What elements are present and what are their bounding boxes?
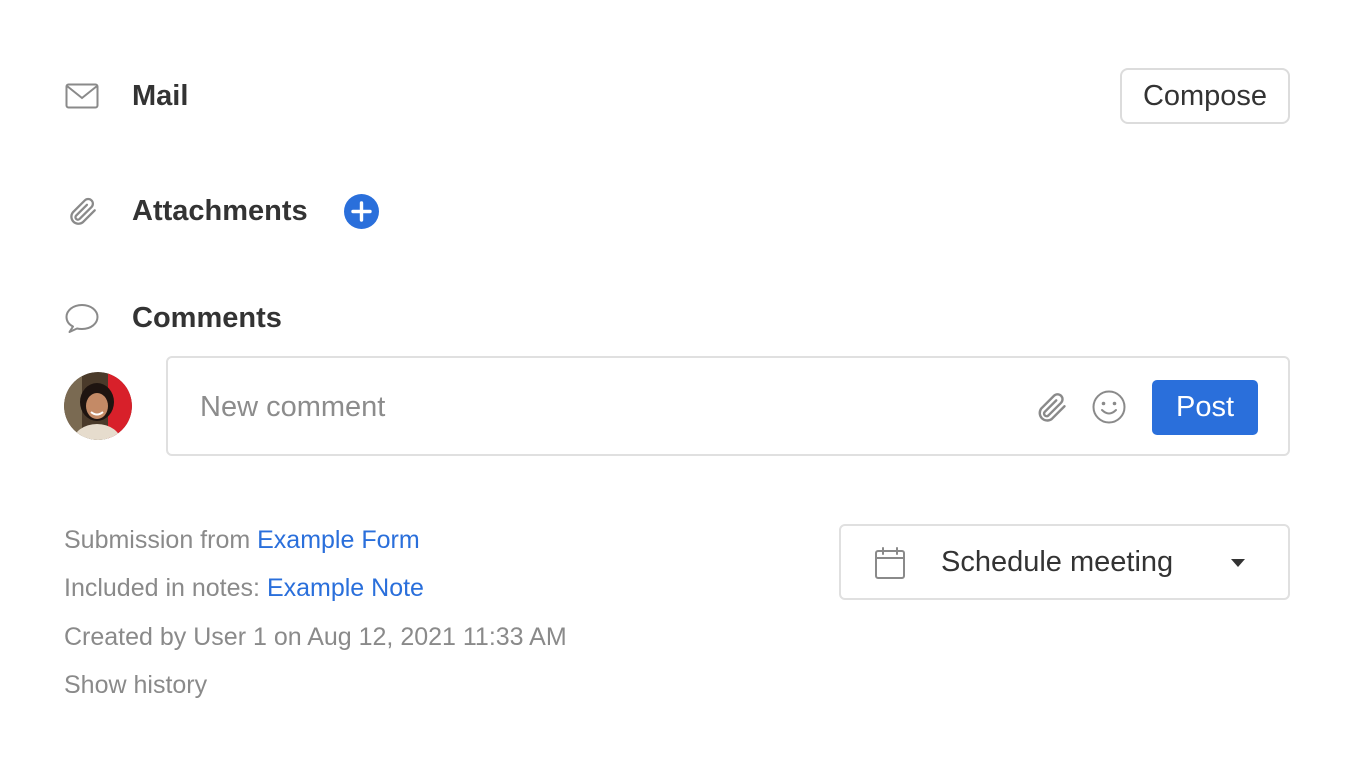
comment-composer: Post — [166, 356, 1290, 456]
note-link[interactable]: Example Note — [267, 574, 424, 602]
notes-line: Included in notes: Example Note — [64, 572, 424, 604]
record-detail-panel: Mail Compose Attachments Comments New co… — [0, 0, 1356, 762]
schedule-meeting-button[interactable]: Schedule meeting — [839, 524, 1290, 600]
notes-prefix: Included in notes: — [64, 574, 260, 602]
smiley-icon — [1092, 390, 1126, 424]
avatar — [64, 372, 132, 440]
compose-button[interactable]: Compose — [1120, 68, 1290, 124]
submission-form-link[interactable]: Example Form — [257, 526, 420, 554]
schedule-meeting-label: Schedule meeting — [941, 546, 1174, 578]
submission-prefix: Submission from — [64, 526, 251, 554]
mail-section-title: Mail — [132, 80, 189, 112]
caret-down-icon — [1227, 554, 1249, 572]
paperclip-icon — [1038, 393, 1066, 422]
envelope-icon — [64, 78, 100, 114]
paperclip-icon — [64, 193, 100, 229]
calendar-icon — [873, 546, 907, 580]
add-attachment-button[interactable] — [344, 194, 379, 229]
created-by-line: Created by User 1 on Aug 12, 2021 11:33 … — [64, 623, 567, 651]
emoji-button[interactable] — [1090, 388, 1128, 426]
show-history-link[interactable]: Show history — [64, 669, 207, 701]
comment-attach-button[interactable] — [1032, 388, 1070, 426]
speech-bubble-icon — [64, 300, 100, 336]
comment-input[interactable] — [200, 382, 1000, 432]
comments-section-title: Comments — [132, 302, 282, 334]
submission-line: Submission from Example Form — [64, 524, 420, 556]
attachments-section-title: Attachments — [132, 195, 308, 227]
plus-circle-icon — [351, 201, 372, 222]
post-button[interactable]: Post — [1152, 380, 1258, 435]
